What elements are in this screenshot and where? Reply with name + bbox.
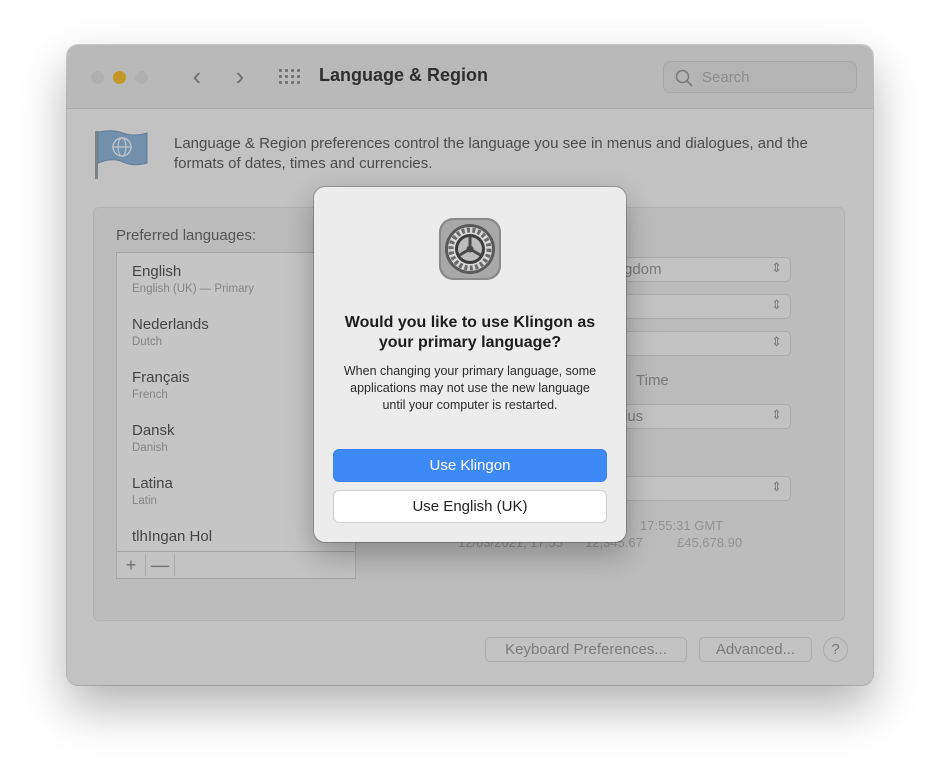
change-language-dialog: Would you like to use Klingon as your pr… <box>314 187 626 542</box>
dialog-title: Would you like to use Klingon as your pr… <box>344 314 596 351</box>
use-klingon-button[interactable]: Use Klingon <box>333 449 607 482</box>
dialog-message: When changing your primary language, som… <box>343 364 597 412</box>
system-preferences-gear-icon <box>439 218 501 280</box>
use-english-button[interactable]: Use English (UK) <box>333 490 607 523</box>
